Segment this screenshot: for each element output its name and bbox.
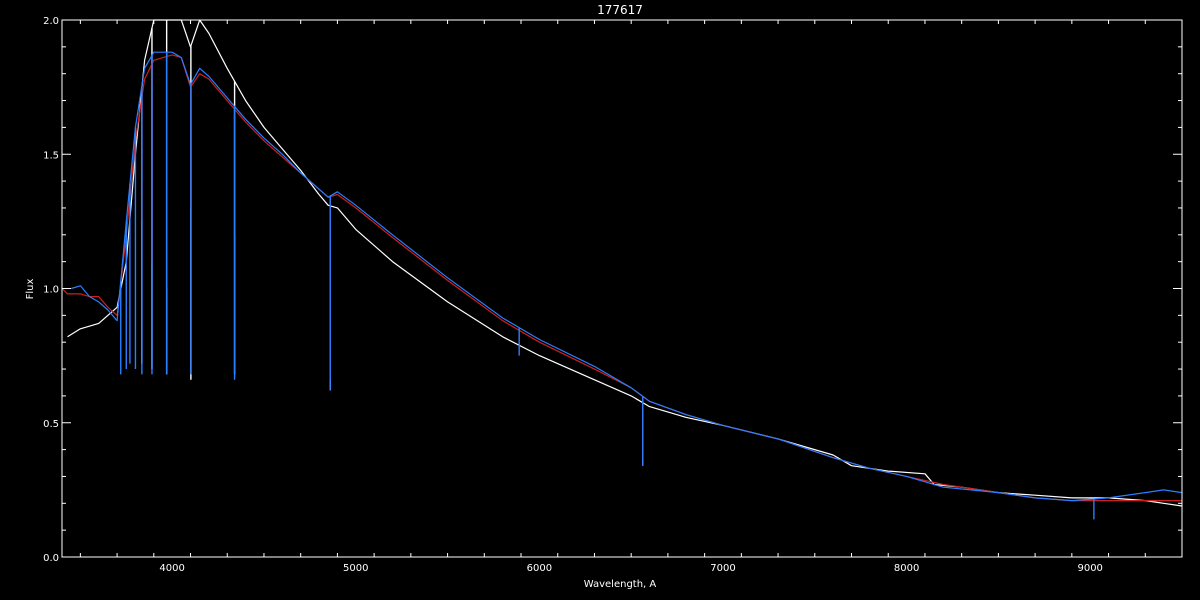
chart-background bbox=[0, 0, 1200, 600]
x-tick-label: 9000 bbox=[1077, 563, 1102, 574]
y-tick-label: 0.0 bbox=[43, 553, 59, 564]
x-tick-label: 8000 bbox=[894, 563, 919, 574]
x-tick-label: 7000 bbox=[710, 563, 735, 574]
x-tick-label: 4000 bbox=[159, 563, 184, 574]
y-tick-label: 1.0 bbox=[43, 285, 59, 296]
chart-title: 177617 bbox=[597, 3, 643, 17]
y-tick-label: 0.5 bbox=[43, 419, 59, 430]
y-tick-label: 1.5 bbox=[43, 150, 59, 161]
x-tick-label: 5000 bbox=[343, 563, 368, 574]
x-tick-label: 6000 bbox=[527, 563, 552, 574]
spectrum-chart: 177617 4000 5000 6000 7000 8000 9000 0.0 0.5 1.0… bbox=[0, 0, 1200, 600]
y-tick-label: 2.0 bbox=[43, 16, 59, 27]
y-axis-label: Flux bbox=[25, 279, 36, 300]
x-axis-label: Wavelength, A bbox=[584, 579, 657, 590]
